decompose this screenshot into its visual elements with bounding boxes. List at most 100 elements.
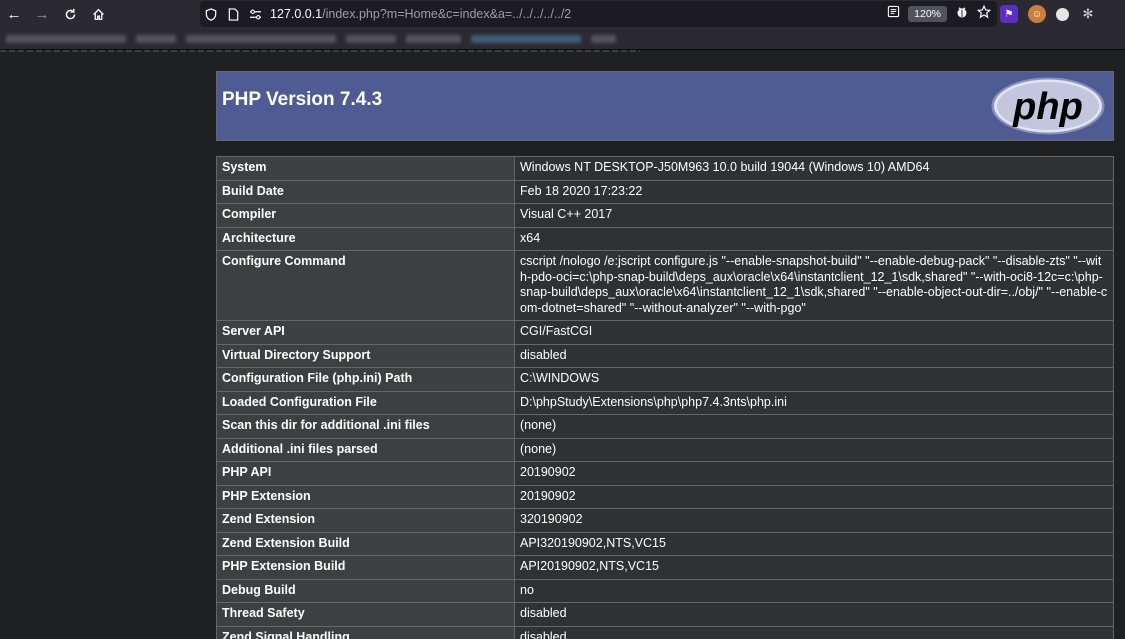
url-path: /index.php?m=Home&c=index&a=../../../../… xyxy=(322,7,572,21)
bookmark-item-blurred[interactable] xyxy=(471,34,581,43)
home-button[interactable] xyxy=(84,0,112,28)
table-row: Zend Extension Build API320190902,NTS,VC1… xyxy=(216,531,1114,556)
row-key: Thread Safety xyxy=(216,602,515,627)
row-key: Build Date xyxy=(216,179,515,204)
clipped-text-line xyxy=(0,50,640,52)
row-value: 20190902 xyxy=(514,461,1114,486)
table-row: Virtual Directory Support disabled xyxy=(216,343,1114,368)
table-row: Thread Safety disabled xyxy=(216,602,1114,627)
row-value: x64 xyxy=(514,226,1114,251)
row-key: PHP API xyxy=(216,461,515,486)
url-text[interactable]: 127.0.0.1/index.php?m=Home&c=index&a=../… xyxy=(270,7,571,21)
php-info-table-body: System Windows NT DESKTOP-J50M963 10.0 bu… xyxy=(216,156,1114,639)
php-logo: php xyxy=(990,76,1106,136)
row-key: Server API xyxy=(216,320,515,345)
shield-icon[interactable] xyxy=(200,1,222,27)
bookmark-item-blurred[interactable] xyxy=(186,34,336,43)
row-key: Scan this dir for additional .ini files xyxy=(216,414,515,439)
table-row: Configure Command cscript /nologo /e:jscr… xyxy=(216,250,1114,321)
row-value: disabled xyxy=(514,625,1114,639)
puzzle-icon: ✻ xyxy=(1082,6,1094,21)
table-row: Build Date Feb 18 2020 17:23:22 xyxy=(216,179,1114,204)
row-key: Zend Extension xyxy=(216,508,515,533)
browser-toolbar: ← → 127.0.0.1/index.php?m=Home&c=index&a… xyxy=(0,0,1125,28)
avatar-icon: ☺ xyxy=(1031,8,1043,20)
row-value: (none) xyxy=(514,414,1114,439)
page-viewport: PHP Version 7.4.3 php System Windows NT D… xyxy=(0,50,1125,639)
bookmark-item-blurred[interactable] xyxy=(346,34,396,43)
bookmark-star-icon[interactable] xyxy=(976,4,992,24)
row-value: API20190902,NTS,VC15 xyxy=(514,555,1114,580)
zoom-level-badge[interactable]: 120% xyxy=(908,6,947,22)
table-row: Compiler Visual C++ 2017 xyxy=(216,203,1114,228)
extension-button-puzzle[interactable]: ✻ xyxy=(1079,5,1097,23)
row-key: PHP Extension xyxy=(216,484,515,509)
row-value: disabled xyxy=(514,343,1114,368)
reader-view-icon[interactable] xyxy=(887,5,900,23)
row-value: Windows NT DESKTOP-J50M963 10.0 build 19… xyxy=(514,156,1114,181)
row-key: PHP Extension Build xyxy=(216,555,515,580)
permissions-icon[interactable] xyxy=(244,1,266,27)
table-row: Debug Build no xyxy=(216,578,1114,603)
bookmark-item-blurred[interactable] xyxy=(136,34,176,43)
table-row: Zend Signal Handling disabled xyxy=(216,625,1114,639)
row-value: API320190902,NTS,VC15 xyxy=(514,531,1114,556)
row-value: (none) xyxy=(514,437,1114,462)
php-version-header: PHP Version 7.4.3 php xyxy=(216,71,1114,141)
row-value: Visual C++ 2017 xyxy=(514,203,1114,228)
table-row: PHP Extension Build API20190902,NTS,VC15 xyxy=(216,555,1114,580)
row-key: Debug Build xyxy=(216,578,515,603)
row-key: Virtual Directory Support xyxy=(216,343,515,368)
table-row: Configuration File (php.ini) Path C:\WIND… xyxy=(216,367,1114,392)
row-key: Zend Extension Build xyxy=(216,531,515,556)
bookmark-item-blurred[interactable] xyxy=(6,34,126,43)
row-key: Architecture xyxy=(216,226,515,251)
row-value: 320190902 xyxy=(514,508,1114,533)
table-row: Loaded Configuration File D:\phpStudy\Ext… xyxy=(216,390,1114,415)
back-arrow-icon: ← xyxy=(6,5,22,23)
table-row: PHP Extension 20190902 xyxy=(216,484,1114,509)
row-key: System xyxy=(216,156,515,181)
row-key: Compiler xyxy=(216,203,515,228)
table-row: Zend Extension 320190902 xyxy=(216,508,1114,533)
url-host: 127.0.0.1 xyxy=(270,7,323,21)
row-value: C:\WINDOWS xyxy=(514,367,1114,392)
row-value: no xyxy=(514,578,1114,603)
extension-button-avatar[interactable]: ☺ xyxy=(1028,5,1046,23)
row-key: Zend Signal Handling xyxy=(216,625,515,639)
row-value: D:\phpStudy\Extensions\php\php7.4.3nts\p… xyxy=(514,390,1114,415)
php-logo-link[interactable]: php xyxy=(989,75,1107,142)
table-row: Server API CGI/FastCGI xyxy=(216,320,1114,345)
extensions-area: ⚑ ☺ ✻ xyxy=(1000,0,1097,28)
url-bar[interactable]: 127.0.0.1/index.php?m=Home&c=index&a=../… xyxy=(200,1,997,27)
url-bar-actions: 120% xyxy=(887,1,992,27)
table-row: System Windows NT DESKTOP-J50M963 10.0 bu… xyxy=(216,156,1114,181)
php-info-table: System Windows NT DESKTOP-J50M963 10.0 bu… xyxy=(216,156,1114,639)
extension-button-purple[interactable]: ⚑ xyxy=(1000,5,1018,23)
reload-button[interactable] xyxy=(56,0,84,28)
bookmark-item-blurred[interactable] xyxy=(591,34,616,43)
extension-button-circle[interactable] xyxy=(1056,7,1069,21)
forward-arrow-icon: → xyxy=(34,5,50,23)
bookmark-item-blurred[interactable] xyxy=(406,34,461,43)
shield-badge-icon: ⚑ xyxy=(1004,8,1014,20)
row-value: CGI/FastCGI xyxy=(514,320,1114,345)
row-key: Configure Command xyxy=(216,250,515,321)
row-key: Configuration File (php.ini) Path xyxy=(216,367,515,392)
table-row: PHP API 20190902 xyxy=(216,461,1114,486)
row-key: Additional .ini files parsed xyxy=(216,437,515,462)
forward-button[interactable]: → xyxy=(28,0,56,28)
page-title: PHP Version 7.4.3 xyxy=(222,89,383,110)
row-value: Feb 18 2020 17:23:22 xyxy=(514,179,1114,204)
back-button[interactable]: ← xyxy=(0,0,28,28)
table-row: Architecture x64 xyxy=(216,226,1114,251)
row-value: disabled xyxy=(514,602,1114,627)
php-logo-text: php xyxy=(1012,86,1083,128)
bookmarks-bar xyxy=(0,28,1125,50)
extension-icon[interactable] xyxy=(955,5,969,24)
table-row: Scan this dir for additional .ini files(… xyxy=(216,414,1114,439)
page-icon[interactable] xyxy=(222,1,244,27)
row-value: cscript /nologo /e:jscript configure.js … xyxy=(514,250,1114,321)
home-icon xyxy=(92,8,104,20)
row-key: Loaded Configuration File xyxy=(216,390,515,415)
